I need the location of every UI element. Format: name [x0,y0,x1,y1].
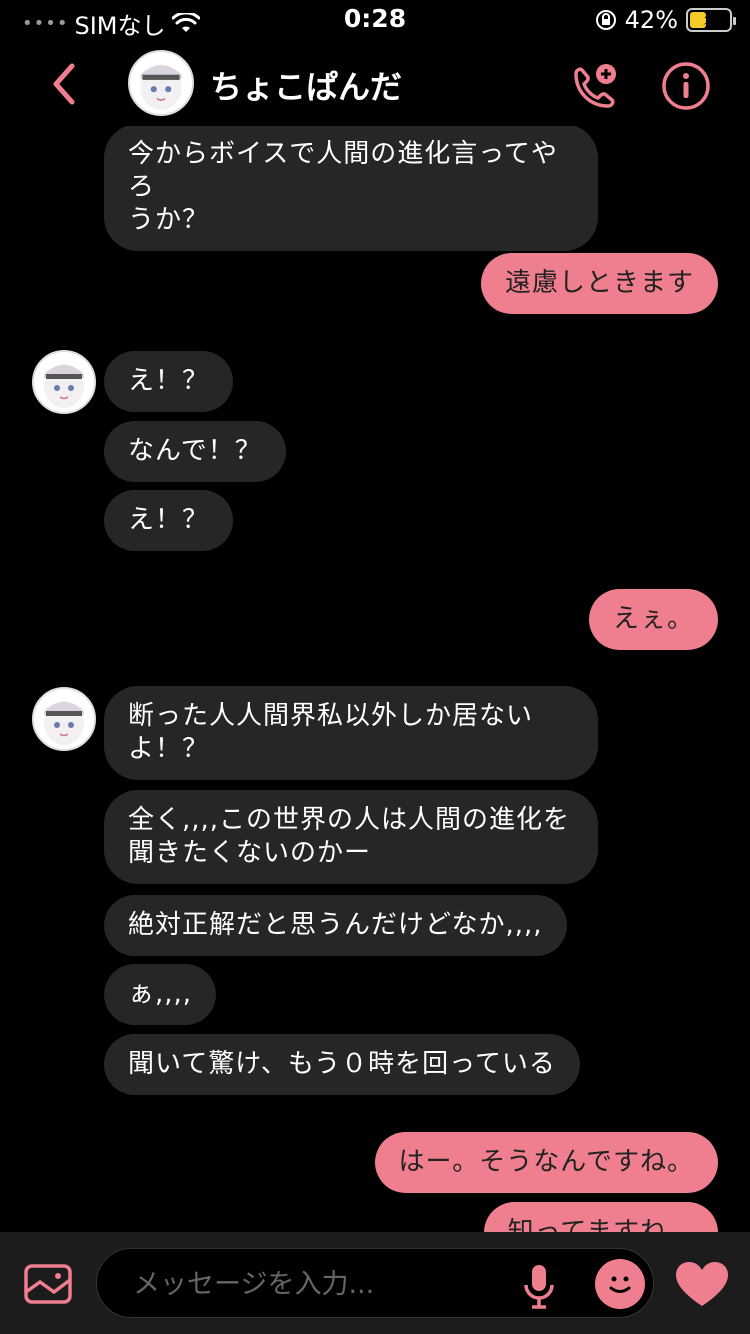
contact-avatar[interactable] [32,350,96,414]
message-bubble-sent: えぇ。 [588,589,718,650]
back-button[interactable] [42,56,86,112]
contact-avatar[interactable] [32,687,96,751]
battery-icon: ⚡ [686,8,736,32]
status-bar: •••• SIMなし 0:28 42% ⚡ [0,0,750,42]
smiley-icon [609,1276,631,1293]
message-bubble-received: 絶対正解だと思うんだけどなか,,,, [104,895,567,956]
message-bubble-received: 断った人人間界私以外しか居ない よ！？ [104,686,598,780]
rotation-lock-icon [595,10,616,30]
info-button[interactable] [660,60,712,112]
phone-add-icon [574,64,616,108]
heart-icon [676,1262,728,1306]
message-input[interactable] [131,1266,511,1302]
microphone-icon [524,1265,554,1309]
like-button[interactable] [674,1260,730,1310]
status-right: 42% ⚡ [595,6,736,34]
message-bubble-received: え！？ [104,351,234,412]
message-bubble-received: 今からボイスで人間の進化言ってやろ うか？ [104,124,598,251]
composer-bar [0,1232,750,1334]
sticker-button[interactable] [595,1259,645,1309]
mic-button[interactable] [521,1263,557,1313]
message-bubble-received: なんで！？ [104,421,286,482]
chevron-left-icon [53,63,75,105]
charging-icon: ⚡ [702,9,715,30]
message-bubble-received: 聞いて驚け、もう０時を回っている [104,1034,580,1095]
contact-name[interactable]: ちょこぱんだ [210,62,402,108]
call-button[interactable] [568,60,622,114]
message-bubble-sent: 遠慮しときます [480,253,718,314]
message-bubble-received: ぁ,,,, [104,964,217,1025]
chat-header: ちょこぱんだ [0,42,750,126]
message-bubble-sent: はー。そうなんですね。 [374,1132,718,1193]
message-bubble-received: 全く,,,,この世界の人は人間の進化を 聞きたくないのかー [104,790,598,884]
image-icon [24,1264,72,1304]
contact-avatar[interactable] [128,50,194,116]
message-input-container [96,1248,654,1318]
battery-percent: 42% [624,6,678,34]
info-icon [662,62,710,110]
chat-screen: •••• SIMなし 0:28 42% ⚡ 今からボイスで人間の進化言ってやろ … [0,0,750,1334]
gallery-button[interactable] [24,1264,72,1304]
message-bubble-received: え！？ [104,490,234,551]
